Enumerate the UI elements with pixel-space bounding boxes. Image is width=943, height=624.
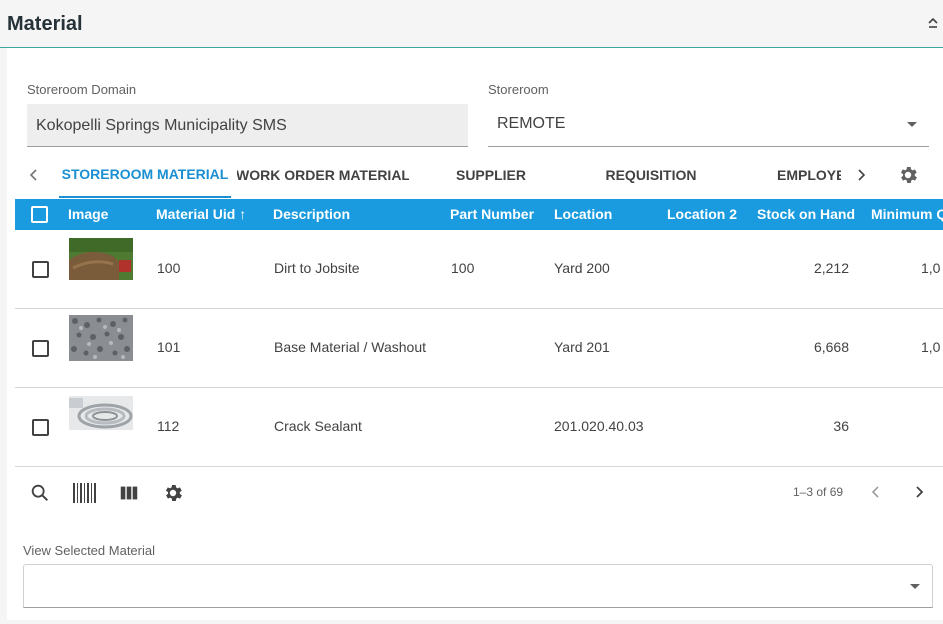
row-checkbox[interactable] bbox=[32, 419, 49, 436]
cell-part-number: 100 bbox=[451, 260, 475, 276]
tab-work-order-material[interactable]: WORK ORDER MATERIAL bbox=[237, 152, 409, 198]
panel-header: Material bbox=[0, 0, 943, 48]
tab-employee[interactable]: EMPLOYEE bbox=[777, 152, 841, 198]
material-grid: Image Material Uid ↑ Description Part Nu… bbox=[15, 199, 943, 467]
storeroom-label: Storeroom bbox=[488, 82, 549, 97]
dirt-pile-image bbox=[69, 238, 133, 280]
tab-supplier[interactable]: SUPPLIER bbox=[415, 152, 567, 198]
search-icon[interactable] bbox=[29, 482, 51, 504]
sort-ascending-icon: ↑ bbox=[239, 206, 247, 222]
table-row[interactable]: 100 Dirt to Jobsite 100 Yard 200 2,212 1… bbox=[15, 230, 943, 309]
cell-material-uid: 112 bbox=[157, 418, 180, 434]
cell-material-uid: 100 bbox=[157, 260, 181, 276]
tab-storeroom-material[interactable]: STOREROOM MATERIAL bbox=[59, 152, 231, 198]
cell-description: Crack Sealant bbox=[274, 418, 362, 434]
tab-scroll-right-icon[interactable] bbox=[852, 166, 870, 184]
col-header-material-uid[interactable]: Material Uid ↑ bbox=[156, 199, 246, 230]
next-page-icon[interactable] bbox=[909, 482, 929, 502]
material-card: Storeroom Domain Kokopelli Springs Munic… bbox=[7, 48, 943, 620]
gravel-image bbox=[69, 315, 133, 361]
barcode-icon[interactable] bbox=[72, 482, 98, 504]
col-header-description[interactable]: Description bbox=[273, 199, 350, 230]
dropdown-caret-icon bbox=[910, 584, 920, 589]
col-header-image[interactable]: Image bbox=[68, 199, 108, 230]
cell-stock-on-hand: 6,668 bbox=[813, 339, 849, 355]
view-selected-material-label: View Selected Material bbox=[23, 543, 155, 558]
tab-requisition[interactable]: REQUISITION bbox=[575, 152, 727, 198]
row-checkbox[interactable] bbox=[32, 261, 49, 278]
tab-scroll-left-icon[interactable] bbox=[25, 166, 43, 184]
storeroom-domain-label: Storeroom Domain bbox=[27, 82, 137, 97]
cell-stock-on-hand: 36 bbox=[833, 418, 849, 434]
collapse-icon[interactable] bbox=[927, 16, 939, 30]
col-header-material-uid-label: Material Uid bbox=[156, 206, 236, 222]
table-row[interactable]: 112 Crack Sealant 201.020.40.03 36 bbox=[15, 388, 943, 467]
select-all-checkbox[interactable] bbox=[31, 206, 48, 223]
col-header-location[interactable]: Location bbox=[554, 199, 612, 230]
tab-bar: STOREROOM MATERIAL WORK ORDER MATERIAL S… bbox=[15, 152, 943, 198]
cell-description: Base Material / Washout bbox=[274, 339, 426, 355]
cell-material-uid: 101 bbox=[157, 339, 181, 355]
panel-title: Material bbox=[7, 13, 83, 35]
storeroom-domain-field: Kokopelli Springs Municipality SMS bbox=[27, 104, 468, 147]
col-header-stock-on-hand[interactable]: Stock on Hand bbox=[757, 199, 855, 230]
cell-stock-on-hand: 2,212 bbox=[813, 260, 849, 276]
cell-minimum: 1,0 bbox=[921, 339, 941, 355]
row-checkbox[interactable] bbox=[32, 340, 49, 357]
view-selected-material-select[interactable] bbox=[23, 564, 933, 608]
column-chooser-icon[interactable] bbox=[118, 482, 140, 504]
table-row[interactable]: 101 Base Material / Washout Yard 201 6,6… bbox=[15, 309, 943, 388]
cell-location: 201.020.40.03 bbox=[554, 418, 644, 434]
storeroom-select[interactable]: REMOTE bbox=[488, 103, 929, 147]
grid-header-row: Image Material Uid ↑ Description Part Nu… bbox=[15, 199, 943, 230]
col-header-minimum[interactable]: Minimum Q bbox=[871, 199, 943, 230]
pagination-range: 1–3 of 69 bbox=[793, 485, 844, 499]
cell-minimum: 1,0 bbox=[921, 260, 941, 276]
previous-page-icon[interactable] bbox=[866, 482, 886, 502]
col-header-location-2[interactable]: Location 2 bbox=[667, 199, 737, 230]
grid-toolbar: 1–3 of 69 bbox=[15, 468, 943, 516]
sealant-coil-image bbox=[69, 396, 133, 430]
storeroom-select-value: REMOTE bbox=[497, 115, 566, 132]
tab-settings-gear-icon[interactable] bbox=[897, 164, 919, 186]
col-header-part-number[interactable]: Part Number bbox=[450, 199, 534, 230]
grid-settings-gear-icon[interactable] bbox=[162, 482, 184, 504]
cell-description: Dirt to Jobsite bbox=[274, 260, 360, 276]
cell-location: Yard 201 bbox=[554, 339, 610, 355]
cell-location: Yard 200 bbox=[554, 260, 610, 276]
dropdown-caret-icon bbox=[907, 122, 917, 127]
